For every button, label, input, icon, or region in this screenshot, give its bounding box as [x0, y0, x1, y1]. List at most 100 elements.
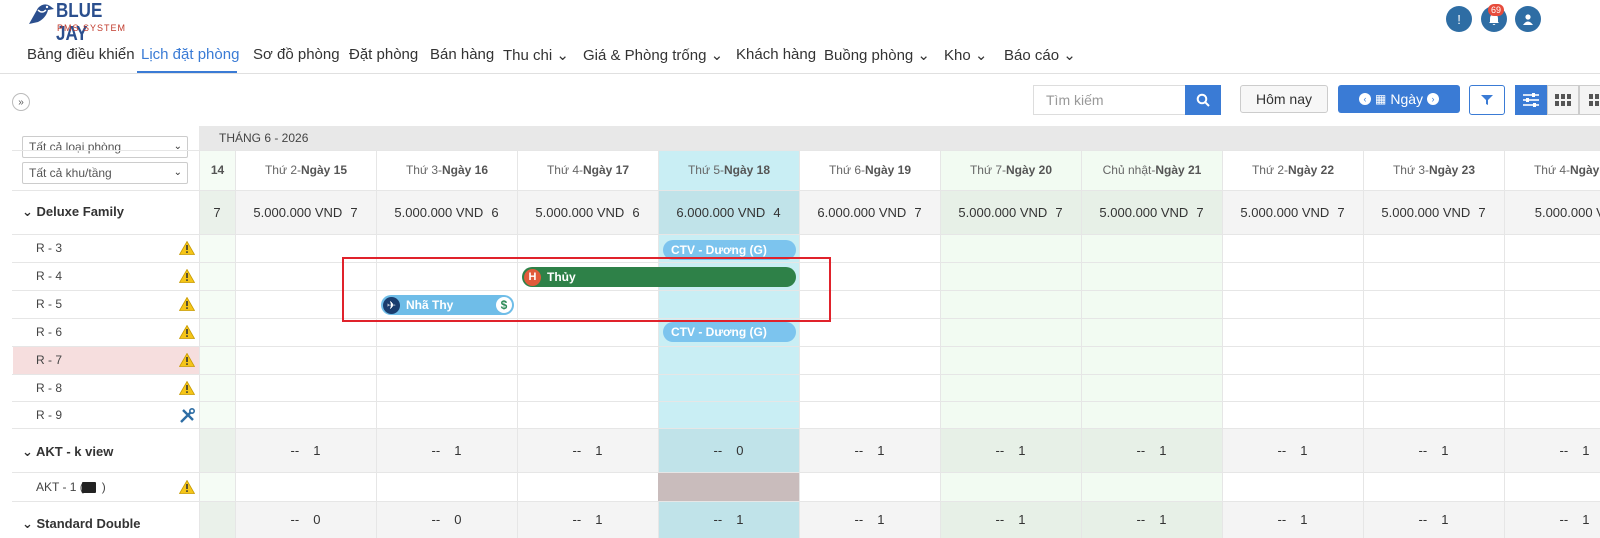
- day-header[interactable]: Thứ 3- Ngày 23: [1363, 150, 1504, 190]
- nav-inventory[interactable]: Kho ⌄: [944, 46, 987, 64]
- alert-icon[interactable]: !: [1446, 6, 1472, 32]
- rate-cell[interactable]: 5.000.000 VND 7: [940, 190, 1081, 234]
- category-label[interactable]: ⌄ AKT - k view: [22, 444, 113, 460]
- availability-cell[interactable]: -- 1: [376, 428, 517, 472]
- blocked-cell[interactable]: [658, 473, 799, 501]
- day-header[interactable]: Thứ 7- Ngày 20: [940, 150, 1081, 190]
- settings-view-button[interactable]: [1515, 85, 1547, 115]
- rate-price: 6.000.000 VND: [817, 204, 907, 220]
- rate-availability: 7: [1196, 204, 1204, 220]
- chevron-left-icon[interactable]: ‹: [1358, 93, 1371, 105]
- day-header[interactable]: Thứ 6- Ngày 19: [799, 150, 940, 190]
- warning-icon[interactable]: [178, 380, 196, 395]
- availability-count: 1: [1018, 512, 1026, 527]
- availability-cell[interactable]: -- 1: [1222, 501, 1363, 538]
- availability-cell[interactable]: -- 1: [940, 428, 1081, 472]
- warning-icon[interactable]: [178, 240, 196, 255]
- rate-cell[interactable]: 5.000.000 VND 7: [1081, 190, 1222, 234]
- availability-cell[interactable]: -- 1: [799, 428, 940, 472]
- warning-icon[interactable]: [178, 296, 196, 311]
- rate-cell[interactable]: 5.000.000 VND 7: [1363, 190, 1504, 234]
- nav-room-map[interactable]: Sơ đồ phòng: [253, 46, 340, 63]
- availability-cell[interactable]: -- 1: [1363, 501, 1504, 538]
- rate-cell[interactable]: 5.000.000 VND 7: [235, 190, 376, 234]
- grid-view-button[interactable]: [1547, 85, 1579, 115]
- nav-dashboard[interactable]: Bảng điều khiển: [27, 46, 135, 63]
- room-type-select[interactable]: Tất cả loại phòng ⌄: [22, 136, 188, 158]
- availability-cell[interactable]: -- 1: [517, 428, 658, 472]
- availability-cell[interactable]: -- 0: [376, 501, 517, 538]
- day-header[interactable]: Thứ 2- Ngày 15: [235, 150, 376, 190]
- nav-rates-availability[interactable]: Giá & Phòng trống ⌄: [583, 46, 723, 64]
- availability-cell[interactable]: -- 1: [1504, 428, 1600, 472]
- booking-bar[interactable]: CTV - Dương (G): [663, 322, 796, 342]
- category-label[interactable]: ⌄ Deluxe Family: [22, 204, 124, 220]
- nav-booking-calendar[interactable]: Lịch đặt phòng: [141, 46, 239, 63]
- availability-count: 1: [313, 442, 321, 458]
- room-label[interactable]: R - 4: [36, 269, 62, 283]
- day-header[interactable]: Thứ 5- Ngày 18: [658, 150, 799, 190]
- availability-count: 1: [1300, 442, 1308, 458]
- nav-booking[interactable]: Đặt phòng: [349, 46, 418, 63]
- availability-cell[interactable]: -- 1: [235, 428, 376, 472]
- nav-reports[interactable]: Báo cáo ⌄: [1004, 46, 1076, 64]
- today-button[interactable]: Hôm nay: [1240, 85, 1328, 113]
- filter-button[interactable]: [1469, 85, 1505, 115]
- availability-count: 1: [1018, 442, 1026, 458]
- availability-cell[interactable]: -- 1: [1081, 501, 1222, 538]
- availability-cell[interactable]: -- 1: [1222, 428, 1363, 472]
- availability-cell[interactable]: -- 1: [1504, 501, 1600, 538]
- day-header[interactable]: 14: [199, 150, 235, 190]
- day-header[interactable]: Thứ 4-Ngày 24: [1504, 150, 1600, 190]
- availability-cell[interactable]: -- 1: [799, 501, 940, 538]
- availability-dash: --: [1136, 442, 1146, 458]
- availability-cell[interactable]: -- 0: [658, 428, 799, 472]
- availability-cell[interactable]: -- 1: [658, 501, 799, 538]
- availability-dash: --: [995, 512, 1005, 527]
- expand-sidebar-icon[interactable]: »: [12, 93, 30, 111]
- rate-cell[interactable]: 5.000.000 VN: [1504, 190, 1600, 234]
- day-view-button[interactable]: ‹ ▦ Ngày ›: [1338, 85, 1460, 113]
- rate-cell[interactable]: 5.000.000 VND 6: [376, 190, 517, 234]
- room-label[interactable]: R - 7: [36, 353, 62, 367]
- room-label[interactable]: R - 3: [36, 241, 62, 255]
- nav-sales[interactable]: Bán hàng: [430, 46, 494, 63]
- nav-finance[interactable]: Thu chi ⌄: [503, 46, 569, 64]
- room-label[interactable]: R - 5: [36, 297, 62, 311]
- warning-icon[interactable]: [178, 352, 196, 367]
- room-label[interactable]: R - 9: [36, 408, 62, 422]
- availability-cell[interactable]: -- 1: [1081, 428, 1222, 472]
- nav-customers[interactable]: Khách hàng: [736, 46, 816, 63]
- availability-cell[interactable]: -- 1: [517, 501, 658, 538]
- zone-select[interactable]: Tất cả khu/tầng ⌄: [22, 162, 188, 184]
- day-header[interactable]: Thứ 2- Ngày 22: [1222, 150, 1363, 190]
- rate-cell[interactable]: 5.000.000 VND 7: [1222, 190, 1363, 234]
- availability-cell[interactable]: -- 1: [1363, 428, 1504, 472]
- day-header[interactable]: Thứ 3- Ngày 16: [376, 150, 517, 190]
- rate-cell[interactable]: 7: [199, 190, 235, 234]
- nav-housekeeping[interactable]: Buồng phòng ⌄: [824, 46, 930, 64]
- availability-cell[interactable]: -- 1: [940, 501, 1081, 538]
- tools-icon[interactable]: [179, 407, 196, 423]
- day-header[interactable]: Chủ nhật- Ngày 21: [1081, 150, 1222, 190]
- search-input[interactable]: [1033, 85, 1185, 115]
- day-header-date: Ngày 22: [1288, 163, 1335, 177]
- warning-icon[interactable]: [178, 324, 196, 339]
- compact-view-button[interactable]: [1579, 85, 1600, 115]
- room-label[interactable]: R - 6: [36, 325, 62, 339]
- user-icon[interactable]: [1515, 6, 1541, 32]
- warning-icon[interactable]: [178, 268, 196, 283]
- rate-cell[interactable]: 6.000.000 VND 7: [799, 190, 940, 234]
- day-header-weekday: Thứ 4-: [546, 163, 583, 177]
- search-button[interactable]: [1185, 85, 1221, 115]
- day-header[interactable]: Thứ 4- Ngày 17: [517, 150, 658, 190]
- rate-cell[interactable]: 6.000.000 VND 4: [658, 190, 799, 234]
- rate-cell[interactable]: 5.000.000 VND 6: [517, 190, 658, 234]
- warning-icon[interactable]: [178, 479, 196, 494]
- room-label[interactable]: R - 8: [36, 381, 62, 395]
- brand-logo[interactable]: BLUE JAY PMS SYSTEM: [26, 0, 126, 45]
- chevron-right-icon[interactable]: ›: [1427, 93, 1440, 105]
- category-label[interactable]: ⌄ Standard Double: [22, 516, 141, 532]
- availability-dash: --: [1136, 512, 1146, 527]
- availability-cell[interactable]: -- 0: [235, 501, 376, 538]
